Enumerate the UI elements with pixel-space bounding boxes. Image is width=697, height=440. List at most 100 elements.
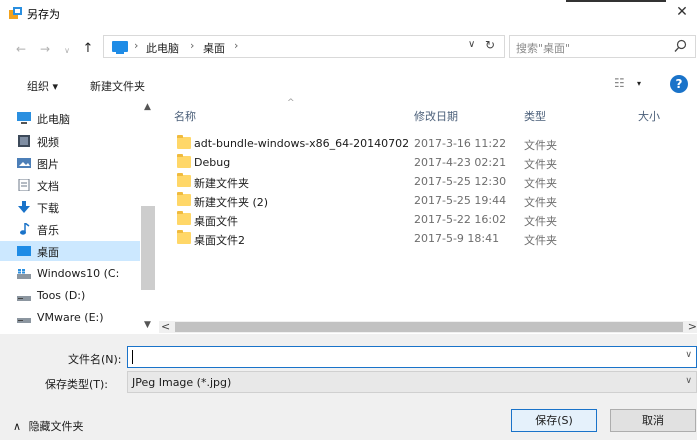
- forward-button[interactable]: →: [37, 41, 53, 57]
- title-bar: 另存为 ✕: [0, 0, 697, 26]
- sidebar-item-label: 桌面: [37, 246, 59, 259]
- file-list-horizontal-scrollbar[interactable]: < >: [159, 320, 697, 333]
- sidebar-item-drive-e[interactable]: VMware (E:): [0, 308, 140, 328]
- window-title: 另存为: [27, 8, 60, 21]
- sidebar-item-label: 图片: [37, 158, 59, 171]
- file-name: 桌面文件: [194, 215, 238, 228]
- sidebar-item-drive-d[interactable]: Toos (D:): [0, 286, 140, 306]
- file-modified: 2017-5-25 12:30: [414, 175, 507, 188]
- file-row[interactable]: adt-bundle-windows-x86_64-20140702 2017-…: [160, 134, 680, 153]
- search-placeholder: 搜索"桌面": [516, 42, 571, 55]
- help-icon[interactable]: ?: [670, 75, 688, 93]
- text-caret: [132, 350, 133, 364]
- organize-button[interactable]: 组织 ▾: [27, 78, 58, 94]
- breadcrumb-separator: ›: [134, 39, 139, 52]
- folder-icon: [177, 211, 191, 225]
- sidebar-item-this-pc[interactable]: 此电脑: [0, 108, 140, 128]
- file-name: Debug: [194, 156, 231, 169]
- search-icon[interactable]: [674, 39, 687, 53]
- search-input[interactable]: 搜索"桌面": [509, 35, 696, 58]
- cancel-button[interactable]: 取消: [610, 409, 696, 432]
- nav-scroll-down-button[interactable]: ▼: [144, 320, 151, 330]
- history-dropdown-icon[interactable]: ∨: [59, 43, 75, 59]
- scroll-right-button[interactable]: >: [688, 320, 697, 333]
- sidebar-item-label: Toos (D:): [37, 289, 86, 302]
- address-bar[interactable]: › 此电脑 › 桌面 › ∨ ↻: [103, 35, 505, 58]
- navigation-pane: 此电脑 视频 图片 文档 下载 音乐 桌面 Windows10 (C: Toos…: [0, 100, 156, 332]
- sidebar-item-pictures[interactable]: 图片: [0, 153, 140, 173]
- file-row[interactable]: 新建文件夹 (2) 2017-5-25 19:44 文件夹: [160, 191, 680, 210]
- folder-icon: [177, 173, 191, 187]
- filename-input[interactable]: ∨: [127, 346, 697, 368]
- folder-icon: [177, 135, 191, 149]
- computer-icon: [112, 41, 128, 54]
- file-row[interactable]: 桌面文件 2017-5-22 16:02 文件夹: [160, 210, 680, 229]
- scroll-left-button[interactable]: <: [161, 320, 170, 333]
- file-list-header: 名称 ^ 修改日期 类型 大小: [160, 98, 697, 126]
- filetype-value: JPeg Image (*.jpg): [132, 376, 232, 389]
- up-button[interactable]: ↑: [80, 41, 96, 57]
- file-modified: 2017-5-22 16:02: [414, 213, 507, 226]
- top-strip: [566, 0, 666, 2]
- filetype-label: 保存类型(T):: [45, 378, 109, 391]
- save-button[interactable]: 保存(S): [511, 409, 597, 432]
- sidebar-item-music[interactable]: 音乐: [0, 219, 140, 239]
- drive-icon: [17, 296, 31, 301]
- close-button[interactable]: ✕: [667, 0, 697, 26]
- toolbar: 组织 ▾ 新建文件夹 ☷ ▾ ?: [0, 73, 697, 99]
- folder-icon: [177, 192, 191, 206]
- view-options-icon[interactable]: ☷: [614, 76, 625, 90]
- back-button[interactable]: ←: [13, 41, 29, 57]
- windows-drive-icon: [17, 269, 31, 279]
- column-header-type[interactable]: 类型: [524, 108, 546, 124]
- file-row[interactable]: 桌面文件2 2017-5-9 18:41 文件夹: [160, 229, 680, 248]
- file-modified: 2017-5-25 19:44: [414, 194, 507, 207]
- video-icon: [18, 135, 30, 147]
- nav-scrollbar-thumb[interactable]: [141, 206, 155, 290]
- picture-icon: [17, 158, 31, 168]
- horizontal-scrollbar-thumb[interactable]: [175, 322, 683, 332]
- sidebar-item-label: 此电脑: [37, 113, 70, 126]
- file-name: adt-bundle-windows-x86_64-20140702: [194, 137, 410, 150]
- file-name: 新建文件夹 (2): [194, 196, 269, 209]
- filename-dropdown-icon[interactable]: ∨: [685, 350, 692, 360]
- file-type: 文件夹: [524, 139, 557, 152]
- sidebar-item-label: 文档: [37, 180, 59, 193]
- file-type: 文件夹: [524, 215, 557, 228]
- sidebar-item-desktop[interactable]: 桌面: [0, 241, 140, 261]
- breadcrumb-separator[interactable]: ›: [234, 39, 238, 52]
- file-row[interactable]: 新建文件夹 2017-5-25 12:30 文件夹: [160, 172, 680, 191]
- folder-icon: [177, 154, 191, 168]
- column-header-name[interactable]: 名称: [174, 108, 196, 124]
- drive-icon: [17, 318, 31, 323]
- filetype-select[interactable]: JPeg Image (*.jpg) ∨: [127, 371, 697, 393]
- file-row[interactable]: Debug 2017-4-23 02:21 文件夹: [160, 153, 680, 172]
- file-modified: 2017-4-23 02:21: [414, 156, 507, 169]
- sidebar-item-label: 音乐: [37, 224, 59, 237]
- column-header-size[interactable]: 大小: [638, 108, 660, 124]
- sidebar-item-drive-c[interactable]: Windows10 (C:: [0, 264, 140, 284]
- file-name: 桌面文件2: [194, 234, 245, 247]
- refresh-icon[interactable]: ↻: [485, 38, 495, 52]
- address-dropdown-icon[interactable]: ∨: [468, 39, 475, 50]
- sidebar-item-videos[interactable]: 视频: [0, 131, 140, 151]
- sidebar-item-downloads[interactable]: 下载: [0, 197, 140, 217]
- music-icon: [20, 223, 30, 235]
- sort-ascending-icon: ^: [287, 98, 295, 108]
- nav-scroll-up-button[interactable]: ▲: [144, 102, 151, 112]
- view-dropdown-icon[interactable]: ▾: [637, 79, 641, 88]
- column-header-modified[interactable]: 修改日期: [414, 108, 458, 124]
- sidebar-item-documents[interactable]: 文档: [0, 175, 140, 195]
- new-folder-button[interactable]: 新建文件夹: [90, 78, 145, 94]
- sidebar-item-label: 下载: [37, 202, 59, 215]
- file-modified: 2017-3-16 11:22: [414, 137, 507, 150]
- file-modified: 2017-5-9 18:41: [414, 232, 500, 245]
- filetype-dropdown-icon[interactable]: ∨: [685, 376, 692, 386]
- app-icon: [9, 7, 22, 19]
- hide-folders-toggle[interactable]: ∧ 隐藏文件夹: [13, 418, 84, 434]
- breadcrumb-this-pc[interactable]: 此电脑: [146, 40, 179, 56]
- hide-folders-label: 隐藏文件夹: [28, 420, 84, 433]
- breadcrumb-desktop[interactable]: 桌面: [203, 40, 225, 56]
- save-options-panel: 文件名(N): ∨ 保存类型(T): JPeg Image (*.jpg) ∨ …: [0, 334, 697, 440]
- document-icon: [18, 179, 30, 191]
